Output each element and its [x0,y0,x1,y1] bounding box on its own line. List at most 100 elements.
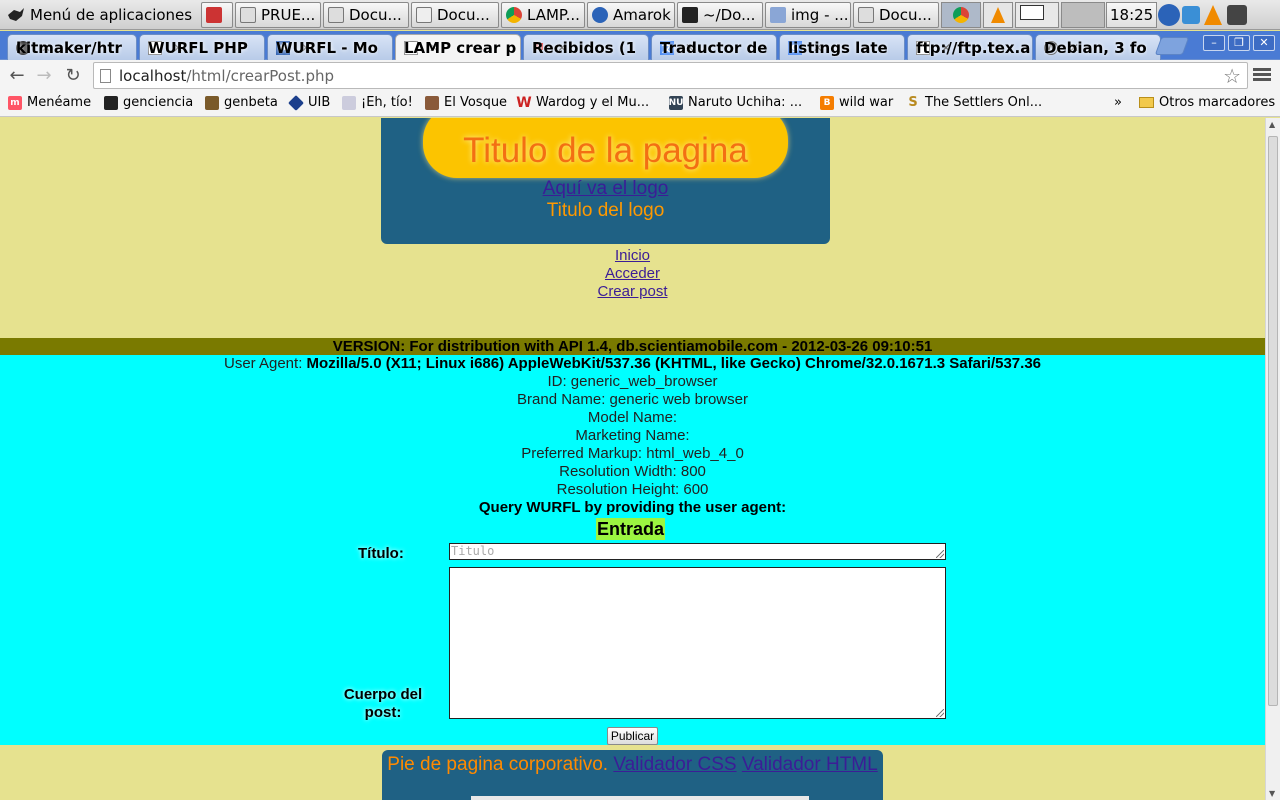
workspace-2[interactable] [1061,1,1105,28]
model-name: Model Name: [587,409,678,426]
bookmark-star-icon[interactable]: ☆ [1223,64,1241,88]
user-agent-label: User Agent: [223,355,303,372]
bookmark-item[interactable]: m Menéame [8,95,91,110]
taskbar-task[interactable]: Docu... [323,1,409,28]
document-icon [240,6,256,23]
bookmark-item[interactable]: UIB [288,94,330,111]
footer-badge-strip [471,796,809,800]
back-button[interactable]: ← [5,64,29,88]
genbeta-icon [205,95,219,110]
scroll-down-icon[interactable]: ▼ [1269,789,1275,798]
url-host: localhost [119,66,187,85]
bookmark-label: Menéame [27,95,92,110]
bookmark-label: The Settlers Onl... [925,95,1043,110]
browser-tab[interactable]: g listings late ✕ [779,34,905,60]
workspace-1[interactable] [1015,1,1059,28]
wardog-icon: W [516,94,532,111]
bookmark-item[interactable]: S The Settlers Onl... [906,95,1042,110]
genciencia-icon [104,95,118,110]
reload-button[interactable]: ↻ [61,64,85,88]
cuerpo-label-line1: Cuerpo del [343,686,423,703]
bookmark-item[interactable]: B wild war [820,95,893,110]
minimize-window-button[interactable]: – [1203,35,1225,51]
scrollbar-thumb[interactable] [1268,136,1278,706]
taskbar-task-label: PRUE... [261,5,316,24]
taskbar-task-label: Docu... [437,5,490,24]
web-page: Titulo de la pagina Aquí va el logo Titu… [0,118,1265,800]
applications-menu-button[interactable]: Menú de aplicaciones [0,0,200,30]
bookmarks-overflow-chevron[interactable]: » [1114,95,1122,110]
chrome-icon [506,6,522,23]
bookmark-label: wild war [839,95,894,110]
titulo-input[interactable]: Titulo [449,543,946,560]
resolution-height: Resolution Height: 600 [556,481,709,498]
dropbox-icon[interactable] [1182,5,1201,24]
page-title-pill: Titulo de la pagina [423,118,788,178]
taskbar-task[interactable]: Docu... [411,1,499,28]
scroll-up-icon[interactable]: ▲ [1269,120,1275,129]
browser-tab[interactable]: W Debian, 3 fo ✕ [1035,34,1161,60]
other-bookmarks-label: Otros marcadores [1159,95,1276,110]
resize-handle-icon[interactable] [936,709,944,717]
bookmark-item[interactable]: NU Naruto Uchiha: ... [668,95,803,110]
nav-crear-post: Crear post [0,283,1265,300]
workspace-window-preview [1020,4,1044,20]
naruto-icon: NU [668,95,684,110]
resize-handle-icon[interactable] [936,550,944,558]
close-window-button[interactable]: ✕ [1253,35,1275,51]
page-title: Titulo de la pagina [463,131,748,170]
cuerpo-label-line2: post: [364,704,402,721]
taskbar-task[interactable]: LAMP... [501,1,585,28]
maximize-window-button[interactable]: ❐ [1228,35,1250,51]
browser-tab[interactable]: W WURFL - Mo ✕ [267,34,393,60]
user-agent-value: Mozilla/5.0 (X11; Linux i686) AppleWebKi… [306,355,1041,372]
cuerpo-textarea[interactable] [449,567,946,719]
taskbar-task[interactable]: Amarok [587,1,675,28]
logo-link[interactable]: Aquí va el logo [381,178,830,200]
html-validator-link[interactable]: Validador HTML [742,754,878,775]
taskbar-task[interactable]: Docu... [853,1,939,28]
marketing-name: Marketing Name: [575,427,690,444]
forward-button[interactable]: → [32,64,56,88]
taskbar-task[interactable]: img - ... [765,1,851,28]
network-icon[interactable] [1158,3,1181,26]
nav-link-acceder[interactable]: Acceder [605,265,660,282]
taskbar-task[interactable] [201,1,233,28]
browser-tab-active[interactable]: LAMP crear p ✕ [395,34,521,61]
tray-chrome-button[interactable] [941,1,981,28]
taskbar-task-label: img - ... [791,5,849,24]
system-tray: 18:25 [940,0,1248,30]
nav-inicio: Inicio [0,247,1265,264]
nav-link-crear-post[interactable]: Crear post [597,283,667,300]
bookmark-item[interactable]: ¡Eh, tío! [342,95,413,110]
taskbar-task[interactable]: ~/Do... [677,1,763,28]
browser-tab[interactable]: M Recibidos (1 ✕ [523,34,649,60]
bookmark-item[interactable]: W Wardog y el Mu... [516,94,650,111]
css-validator-link[interactable]: Validador CSS [613,754,736,775]
other-bookmarks-folder[interactable]: Otros marcadores [1139,95,1275,110]
browser-tab-title: kitmaker/htr [16,38,122,57]
chrome-menu-icon[interactable] [1253,66,1271,84]
titulo-label: Título: [358,545,404,562]
vlc-icon [991,6,1005,23]
browser-tab[interactable]: 文 Traductor de ✕ [651,34,777,60]
clock[interactable]: 18:25 [1106,1,1158,28]
bookmark-item[interactable]: El Vosque [425,95,507,110]
address-bar[interactable]: localhost/html/crearPost.php ☆ [93,62,1248,89]
bookmark-label: Wardog y el Mu... [536,95,650,110]
nav-link-inicio[interactable]: Inicio [615,247,650,264]
new-tab-button[interactable] [1154,37,1190,55]
power-icon[interactable] [1227,4,1248,25]
taskbar-task[interactable]: PRUE... [235,1,321,28]
browser-tab[interactable]: kitmaker/htr ✕ [7,34,137,60]
tray-vlc-button[interactable] [983,1,1013,28]
page-scrollbar[interactable]: ▲ ▼ [1265,118,1280,800]
vlc-icon[interactable] [1204,4,1223,25]
bookmark-item[interactable]: genciencia [104,95,193,110]
publicar-button[interactable]: Publicar [607,727,658,745]
bookmark-item[interactable]: genbeta [205,95,278,110]
browser-tab[interactable]: WURFL PHP ✕ [139,34,265,60]
terminal-icon [682,6,698,23]
titulo-placeholder: Titulo [451,544,495,558]
browser-tab[interactable]: ftp://ftp.tex.a ✕ [907,34,1033,60]
